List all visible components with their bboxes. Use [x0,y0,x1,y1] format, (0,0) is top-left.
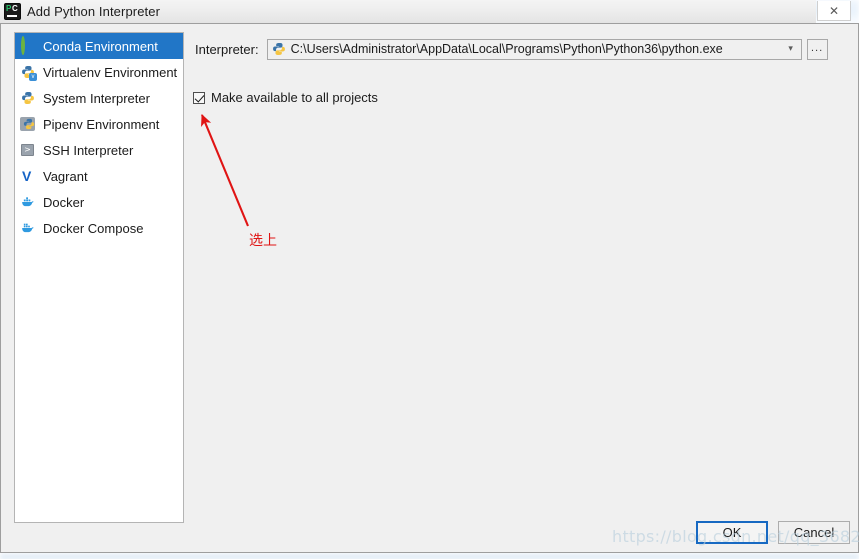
make-available-checkbox[interactable] [193,91,205,104]
pipenv-icon [20,116,36,132]
sidebar-item-system-interpreter[interactable]: System Interpreter [15,85,183,111]
conda-icon [20,36,36,55]
sidebar-item-label: Conda Environment [43,38,158,54]
python-icon [20,90,36,106]
sidebar-item-label: SSH Interpreter [43,142,134,158]
watermark: https://blog.csdn.net/qq_36824818 [612,527,859,546]
dialog-titlebar[interactable]: PC Add Python Interpreter [0,0,816,23]
dialog-body: Conda Environment v Virtualenv Environme… [0,23,859,553]
interpreter-type-list[interactable]: Conda Environment v Virtualenv Environme… [14,32,184,523]
dialog-title: Add Python Interpreter [27,4,160,19]
sidebar-item-conda-environment[interactable]: Conda Environment [15,33,183,59]
annotation-arrow [201,114,249,227]
virtualenv-icon: v [20,64,37,81]
sidebar-item-ssh-interpreter[interactable]: > SSH Interpreter [15,137,183,163]
sidebar-item-label: Docker Compose [43,220,144,236]
make-available-checkbox-row[interactable]: Make available to all projects [193,90,378,105]
sidebar-item-vagrant[interactable]: V Vagrant [15,163,183,189]
sidebar-item-pipenv-environment[interactable]: Pipenv Environment [15,111,183,137]
sidebar-item-virtualenv-environment[interactable]: v Virtualenv Environment [15,59,183,85]
sidebar-item-docker[interactable]: Docker [15,189,183,215]
sidebar-item-label: System Interpreter [43,90,150,106]
docker-compose-icon [20,220,36,236]
sidebar-item-label: Vagrant [43,168,88,184]
sidebar-item-label: Pipenv Environment [43,116,160,132]
interpreter-label: Interpreter: [195,41,259,57]
add-python-interpreter-dialog: PC Add Python Interpreter ✕ Conda Enviro… [0,0,859,553]
virtualenv-badge: v [29,73,37,81]
browse-interpreter-button[interactable]: ... [806,38,828,60]
interpreter-path-value: C:\Users\Administrator\AppData\Local\Pro… [290,42,723,56]
close-icon[interactable]: ✕ [817,1,851,21]
sidebar-item-label: Docker [43,194,85,210]
interpreter-row: Interpreter: C:\Users\Administrator\AppD… [195,38,845,60]
sidebar-item-label: Virtualenv Environment [43,64,178,80]
make-available-label: Make available to all projects [211,90,378,105]
docker-icon [20,194,36,210]
sidebar-item-docker-compose[interactable]: Docker Compose [15,215,183,241]
chevron-down-icon[interactable]: ▾ [781,40,801,59]
vagrant-icon: V [22,168,32,184]
interpreter-select[interactable]: C:\Users\Administrator\AppData\Local\Pro… [266,38,802,60]
ssh-terminal-icon: > [20,142,36,158]
python-icon [272,43,285,55]
pycharm-icon: PC [5,4,20,19]
annotation-text: 选上 [249,233,277,249]
